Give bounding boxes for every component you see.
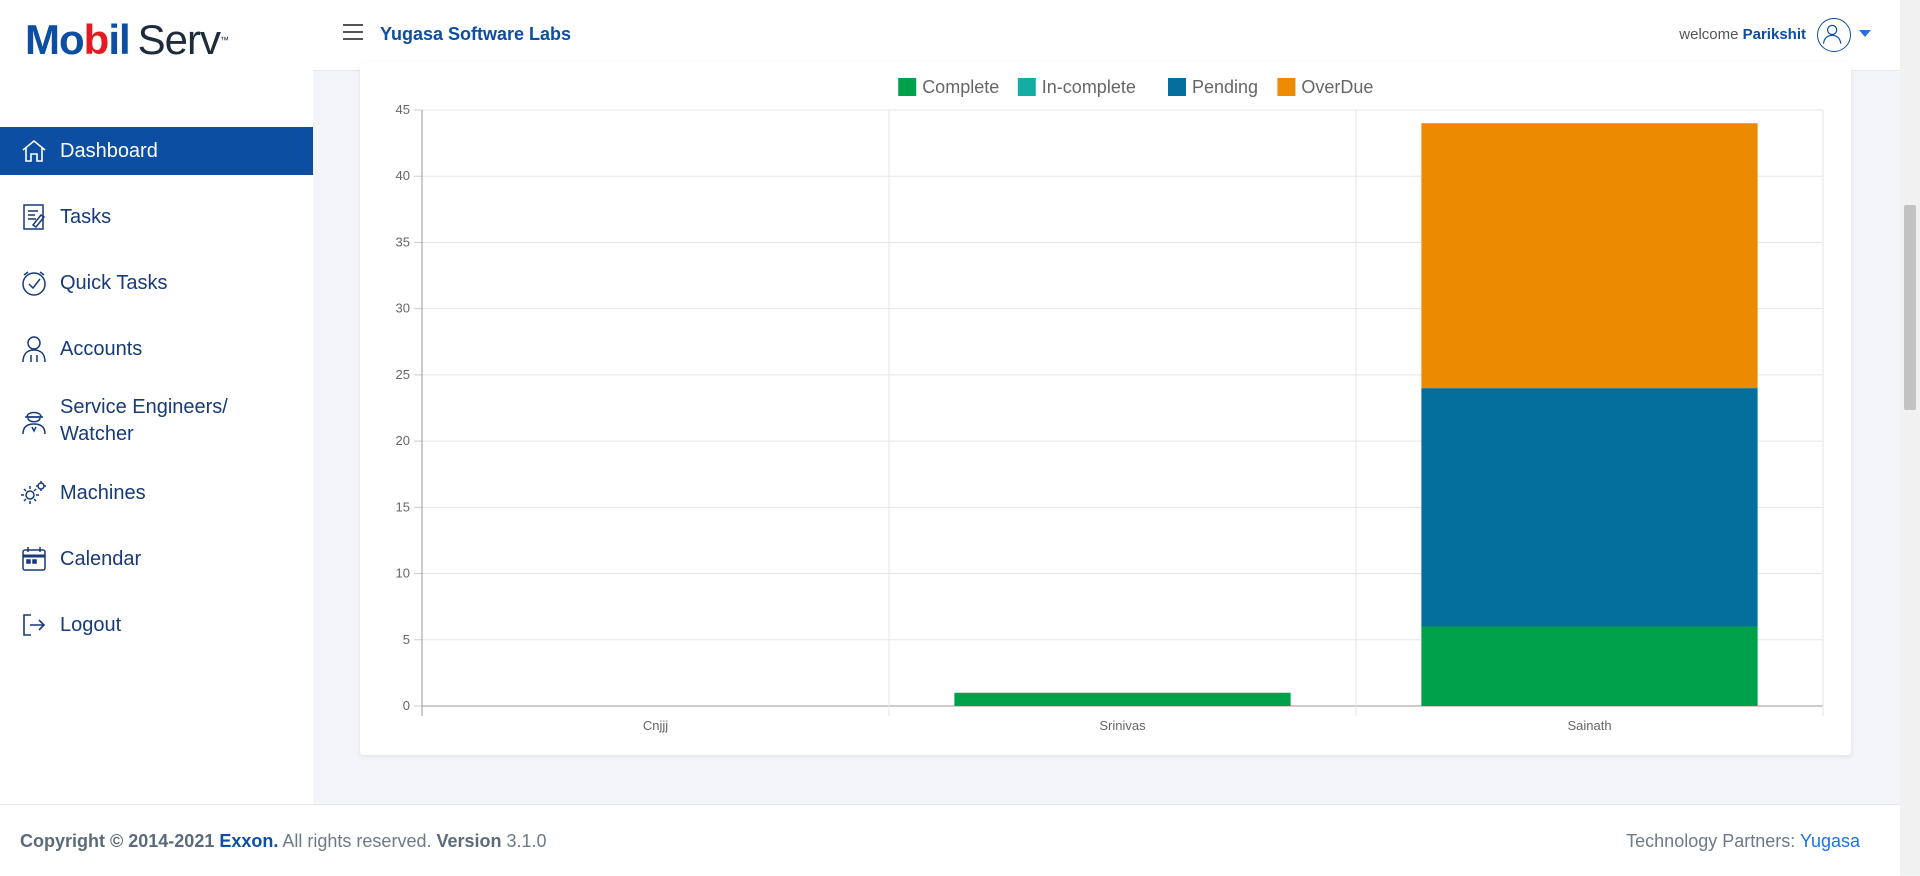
legend-label: In-complete bbox=[1042, 77, 1136, 97]
y-tick-label: 35 bbox=[396, 234, 410, 249]
sidebar-item-service-engineers[interactable]: Service Engineers/Watcher bbox=[0, 391, 313, 451]
sidebar-item-label: Quick Tasks bbox=[60, 271, 168, 294]
legend-swatch bbox=[898, 78, 917, 96]
sidebar-item-dashboard[interactable]: Dashboard bbox=[0, 127, 313, 175]
company-name: Yugasa Software Labs bbox=[380, 24, 572, 44]
y-tick-label: 20 bbox=[396, 433, 410, 448]
legend-swatch bbox=[1277, 78, 1296, 96]
rights-text: All rights reserved. bbox=[282, 831, 432, 851]
footer: Copyright © 2014-2021 Exxon. All rights … bbox=[0, 804, 1900, 876]
y-tick-label: 45 bbox=[396, 102, 410, 117]
sidebar-item-label: Service Engineers/Watcher bbox=[60, 394, 228, 448]
calendar-icon bbox=[20, 545, 48, 573]
sidebar: Mobil Serv™ Dashboard Tasks Quick Tasks A… bbox=[0, 0, 313, 804]
sidebar-item-calendar[interactable]: Calendar bbox=[0, 535, 313, 583]
page-scrollbar[interactable] bbox=[1900, 0, 1920, 875]
y-tick-label: 40 bbox=[396, 168, 410, 183]
gears-icon bbox=[20, 479, 48, 507]
scrollbar-thumb[interactable] bbox=[1904, 205, 1916, 410]
quick-tasks-icon bbox=[20, 269, 48, 297]
bar-segment-overdue bbox=[1421, 123, 1758, 389]
logo-text-mo: Mo bbox=[25, 16, 85, 63]
sidebar-item-label-line1: Service Engineers/ bbox=[60, 396, 228, 418]
sidebar-item-machines[interactable]: Machines bbox=[0, 469, 313, 517]
legend-label: Complete bbox=[922, 77, 999, 97]
engineer-icon bbox=[20, 407, 48, 435]
footer-copyright: Copyright © 2014-2021 Exxon. All rights … bbox=[20, 831, 547, 852]
y-tick-label: 10 bbox=[396, 566, 410, 581]
task-status-chart: 0 5 10 15 20 25 30 35 40 45 Cnjjj Srinivas Sainath Co… bbox=[396, 77, 1824, 733]
legend-swatch bbox=[1017, 78, 1036, 96]
y-tick-label: 0 bbox=[403, 698, 410, 713]
y-tick-label: 15 bbox=[396, 499, 410, 514]
x-tick-label: Cnjjj bbox=[643, 718, 668, 733]
mobilserv-logo[interactable]: Mobil Serv™ bbox=[25, 16, 229, 63]
sidebar-nav: Dashboard Tasks Quick Tasks Accounts Ser… bbox=[0, 127, 313, 667]
legend-label: OverDue bbox=[1301, 77, 1373, 97]
y-tick-label: 30 bbox=[396, 301, 410, 316]
logout-icon bbox=[20, 611, 48, 639]
sidebar-item-tasks[interactable]: Tasks bbox=[0, 193, 313, 241]
x-tick-label: Srinivas bbox=[1099, 718, 1146, 733]
footer-company-link[interactable]: Exxon. bbox=[219, 831, 278, 851]
y-tick-label: 25 bbox=[396, 367, 410, 382]
sidebar-item-quick-tasks[interactable]: Quick Tasks bbox=[0, 259, 313, 307]
logo-text-serv: Serv bbox=[137, 16, 221, 63]
x-tick-label: Sainath bbox=[1567, 718, 1611, 733]
partners-label: Technology Partners: bbox=[1626, 831, 1796, 851]
sidebar-item-accounts[interactable]: Accounts bbox=[0, 325, 313, 373]
partner-link[interactable]: Yugasa bbox=[1800, 831, 1860, 851]
top-header: Yugasa Software Labs welcome Parikshit bbox=[313, 0, 1900, 71]
sidebar-item-label: Tasks bbox=[60, 205, 112, 228]
logo-text-b: b bbox=[83, 16, 110, 63]
accounts-icon bbox=[20, 335, 48, 363]
footer-partners: Technology Partners: Yugasa bbox=[1626, 831, 1860, 852]
welcome-label: welcome bbox=[1679, 26, 1739, 43]
user-dropdown-icon[interactable] bbox=[1859, 30, 1871, 37]
logo-text-il: il bbox=[108, 16, 130, 63]
sidebar-item-label: Logout bbox=[60, 613, 122, 636]
bar-segment-complete bbox=[1421, 626, 1758, 706]
home-icon bbox=[20, 137, 48, 165]
welcome-text: welcome Parikshit bbox=[1679, 26, 1806, 43]
menu-toggle-icon[interactable] bbox=[343, 24, 363, 42]
sidebar-item-label: Dashboard bbox=[60, 139, 158, 162]
y-tick-label: 5 bbox=[403, 632, 410, 647]
user-name: Parikshit bbox=[1742, 26, 1806, 43]
copyright-text: Copyright © 2014-2021 bbox=[20, 831, 215, 851]
task-status-chart-card: 0 5 10 15 20 25 30 35 40 45 Cnjjj Srinivas Sainath Co… bbox=[360, 62, 1851, 755]
sidebar-item-label: Machines bbox=[60, 481, 146, 504]
sidebar-item-label-line2: Watcher bbox=[60, 423, 134, 445]
sidebar-item-logout[interactable]: Logout bbox=[0, 601, 313, 649]
bar-segment-pending bbox=[1421, 388, 1758, 627]
sidebar-item-label: Accounts bbox=[60, 337, 143, 360]
user-avatar-icon[interactable] bbox=[1817, 18, 1851, 52]
sidebar-item-label: Calendar bbox=[60, 547, 142, 570]
legend-label: Pending bbox=[1192, 77, 1258, 97]
logo-trademark: ™ bbox=[220, 35, 229, 45]
bar-segment-complete bbox=[954, 692, 1291, 706]
version-value: 3.1.0 bbox=[506, 831, 547, 851]
legend-swatch bbox=[1168, 78, 1186, 96]
version-label: Version bbox=[436, 831, 502, 851]
tasks-icon bbox=[20, 203, 48, 231]
